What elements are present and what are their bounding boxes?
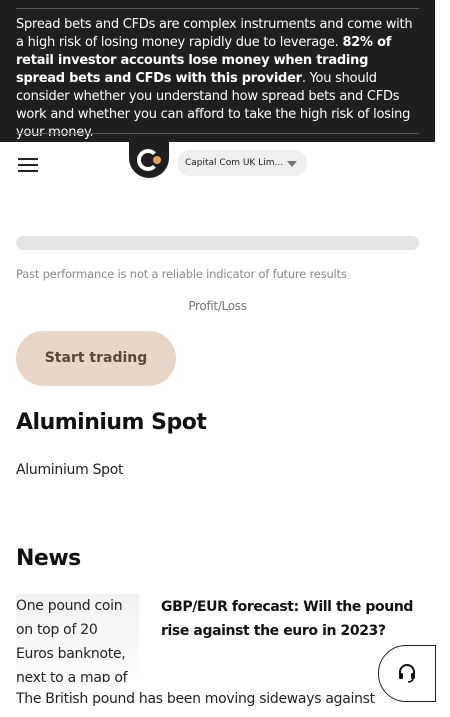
asset-subtitle: Aluminium Spot [16, 462, 124, 478]
past-performance-disclaimer: Past performance is not a reliable indic… [16, 267, 347, 281]
news-image-alt-text: One pound coin on top of 20 Euros bankno… [16, 598, 128, 682]
menu-icon[interactable] [18, 154, 40, 174]
capital-com-logo[interactable] [129, 142, 169, 178]
site-header: Capital Com UK Lim... [0, 142, 435, 186]
profit-loss-label: Profit/Loss [188, 299, 247, 313]
risk-divider-bottom [16, 133, 419, 134]
caret-down-icon [287, 161, 297, 167]
news-article-excerpt: The British pound has been moving sidewa… [16, 691, 375, 707]
chart-loading-bar [16, 236, 419, 250]
news-section-title: News [16, 546, 81, 571]
entity-selector[interactable]: Capital Com UK Lim... [177, 150, 307, 176]
risk-warning-text: Spread bets and CFDs are complex instrum… [16, 16, 421, 142]
news-article-headline[interactable]: GBP/EUR forecast: Will the pound rise ag… [161, 595, 423, 643]
risk-warning-banner: Spread bets and CFDs are complex instrum… [0, 0, 435, 142]
headset-icon [399, 664, 415, 683]
logo-dot [153, 156, 161, 164]
start-trading-button[interactable]: Start trading [16, 331, 176, 386]
risk-divider-top [16, 8, 419, 9]
asset-title: Aluminium Spot [16, 410, 207, 435]
support-chat-button[interactable] [378, 645, 436, 702]
entity-selector-label: Capital Com UK Lim... [185, 158, 284, 168]
news-article-image[interactable]: One pound coin on top of 20 Euros bankno… [16, 594, 139, 682]
